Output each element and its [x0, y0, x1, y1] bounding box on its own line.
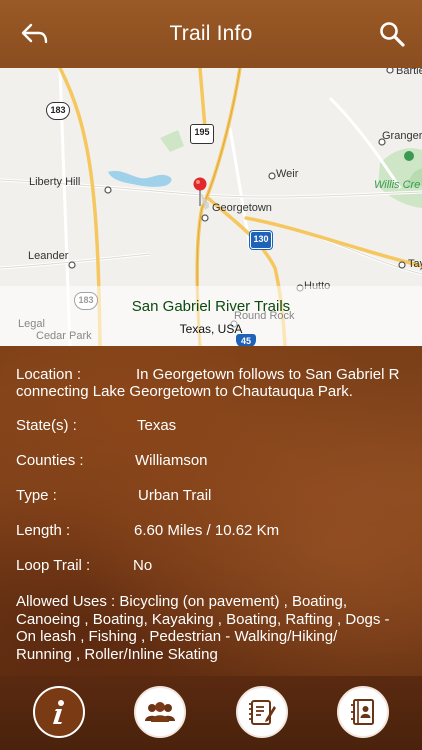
loop-trail-value: No: [133, 557, 153, 574]
map-label-willis-creek: Willis Cre: [374, 179, 421, 191]
search-icon[interactable]: [378, 20, 408, 50]
route-shield-us183-top: 183: [46, 102, 70, 120]
allowed-uses-line1: Allowed Uses : Bicycling (on pavement) ,…: [16, 593, 347, 610]
type-key: Type :: [16, 487, 57, 504]
trail-map[interactable]: Bartle Granger Willis Cre Weir Liberty H…: [0, 68, 422, 346]
tab-group[interactable]: [134, 686, 186, 738]
allowed-uses-line3: On leash , Fishing , Pedestrian - Walkin…: [16, 628, 338, 645]
tab-contacts[interactable]: [337, 686, 389, 738]
map-caption: Legal Round Rock Cedar Park 45 San Gabri…: [0, 286, 422, 346]
states-value: Texas: [137, 417, 177, 434]
counties-key: Counties :: [16, 452, 84, 469]
loop-trail-key: Loop Trail :: [16, 557, 91, 574]
counties-value: Williamson: [135, 452, 208, 469]
map-label-taylor: Tay: [408, 258, 422, 270]
map-label-liberty-hill: Liberty Hill: [29, 176, 81, 188]
location-value-line1: In Georgetown follows to San Gabriel R: [136, 366, 400, 383]
bottom-tab-bar: [0, 676, 422, 750]
states-key: State(s) :: [16, 417, 77, 434]
allowed-uses-line4: Running , Roller/Inline Skating: [16, 646, 218, 663]
contact-book-icon: [351, 699, 374, 725]
map-label-leander: Leander: [28, 250, 69, 262]
trail-name: San Gabriel River Trails: [131, 298, 291, 315]
map-label-georgetown: Georgetown: [212, 202, 272, 214]
route-shield-sh130: 130: [250, 231, 272, 249]
trail-details-panel: Location : In Georgetown follows to San …: [0, 346, 422, 676]
map-label-granger: Granger: [382, 130, 422, 142]
map-label-weir: Weir: [276, 168, 299, 180]
back-arrow-icon[interactable]: [18, 20, 52, 48]
location-value-line2: connecting Lake Georgetown to Chautauqua…: [16, 383, 353, 400]
trail-location: Texas, USA: [179, 322, 243, 336]
allowed-uses-line2: Canoeing , Boating, Kayaking , Boating, …: [16, 611, 390, 628]
route-shield-sh195: 195: [190, 124, 214, 144]
tab-info[interactable]: [33, 686, 85, 738]
map-label-bartlett: Bartle: [396, 68, 422, 77]
group-icon: [145, 702, 175, 722]
location-pin-icon[interactable]: [191, 176, 209, 210]
page-title: Trail Info: [169, 22, 253, 45]
notes-icon: [249, 700, 276, 725]
tab-notes[interactable]: [236, 686, 288, 738]
type-value: Urban Trail: [138, 487, 212, 504]
info-icon: [53, 700, 64, 724]
length-value: 6.60 Miles / 10.62 Km: [134, 522, 280, 539]
location-key: Location :: [16, 366, 82, 383]
length-key: Length :: [16, 522, 71, 539]
header-bar: Trail Info: [0, 0, 422, 68]
